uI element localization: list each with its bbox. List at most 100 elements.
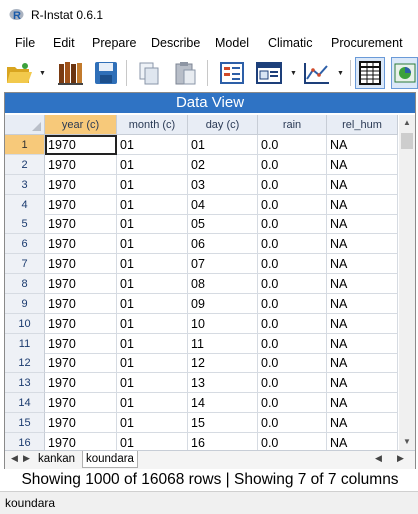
grid-cell[interactable]: 1970 [45, 393, 117, 414]
tabs-scroll-right-icon[interactable]: ▶ [397, 453, 404, 464]
next-sheet-arrow-icon[interactable]: ▶ [23, 453, 30, 464]
tabs-scroll-left-icon[interactable]: ◀ [375, 453, 382, 464]
grid-cell[interactable]: 0.0 [258, 214, 327, 235]
grid-cell[interactable]: 1970 [45, 412, 117, 433]
grid-cell[interactable]: 1970 [45, 432, 117, 450]
grid-cell[interactable]: 0.0 [258, 154, 327, 175]
grid-cell[interactable]: 1970 [45, 254, 117, 275]
menu-model[interactable]: Model [215, 36, 249, 50]
column-header[interactable]: rain [258, 115, 327, 135]
grid-cell[interactable]: 1970 [45, 333, 117, 354]
grid-cell[interactable]: 05 [188, 214, 258, 235]
grid-cell[interactable]: 01 [117, 214, 188, 235]
grid-cell[interactable]: 02 [188, 154, 258, 175]
grid-cell[interactable]: NA [327, 214, 398, 235]
row-header[interactable]: 14 [5, 393, 45, 414]
grid-cell[interactable]: 12 [188, 353, 258, 374]
grid-cell[interactable]: 16 [188, 432, 258, 450]
grid-cell[interactable]: 15 [188, 412, 258, 433]
grid-cell[interactable]: 1970 [45, 174, 117, 195]
sheet-tab-koundara[interactable]: koundara [82, 451, 138, 468]
grid-cell[interactable]: 1970 [45, 293, 117, 314]
grid-cell[interactable]: 07 [188, 254, 258, 275]
row-header[interactable]: 8 [5, 273, 45, 294]
grid-cell[interactable]: 0.0 [258, 293, 327, 314]
grid-cell[interactable]: 01 [117, 194, 188, 215]
grid-cell[interactable]: 0.0 [258, 273, 327, 294]
grid-cell[interactable]: 01 [117, 293, 188, 314]
grid-cell[interactable]: 01 [117, 373, 188, 394]
scroll-down-arrow-icon[interactable]: ▼ [399, 434, 415, 450]
grid-cell[interactable]: 01 [117, 273, 188, 294]
log-script-button[interactable] [255, 57, 285, 89]
row-header[interactable]: 15 [5, 412, 45, 433]
copy-button[interactable] [134, 57, 164, 89]
grid-cell[interactable]: 1970 [45, 373, 117, 394]
column-header[interactable]: month (c) [117, 115, 188, 135]
grid-cell[interactable]: 01 [117, 412, 188, 433]
menu-file[interactable]: File [15, 36, 35, 50]
grid-cell[interactable]: 01 [117, 313, 188, 334]
grid-cell[interactable]: NA [327, 393, 398, 414]
paste-button[interactable] [170, 57, 200, 89]
grid-cell[interactable]: 01 [117, 393, 188, 414]
grid-cell[interactable]: NA [327, 353, 398, 374]
grid-cell[interactable]: 1970 [45, 273, 117, 294]
grid-cell[interactable]: 0.0 [258, 313, 327, 334]
menu-climatic[interactable]: Climatic [268, 36, 312, 50]
grid-cell[interactable]: 08 [188, 273, 258, 294]
grid-cell[interactable]: 1970 [45, 313, 117, 334]
graph-button[interactable] [302, 57, 332, 89]
grid-cell[interactable]: NA [327, 313, 398, 334]
grid-cell[interactable]: NA [327, 154, 398, 175]
sheet-tab-kankan[interactable]: kankan [35, 451, 78, 468]
grid-cell[interactable]: 1970 [45, 234, 117, 255]
save-button[interactable] [91, 57, 121, 89]
grid-cell[interactable]: 01 [188, 135, 258, 155]
grid-cell[interactable]: NA [327, 333, 398, 354]
row-header[interactable]: 2 [5, 154, 45, 175]
column-header[interactable]: rel_hum [327, 115, 398, 135]
grid-cell[interactable]: NA [327, 293, 398, 314]
row-header[interactable]: 4 [5, 194, 45, 215]
grid-cell[interactable]: 1970 [45, 353, 117, 374]
grid-cell[interactable]: NA [327, 412, 398, 433]
row-header[interactable]: 7 [5, 254, 45, 275]
grid-cell[interactable]: 14 [188, 393, 258, 414]
grid-cell[interactable]: 01 [117, 432, 188, 450]
grid-cell[interactable]: 0.0 [258, 234, 327, 255]
grid-cell[interactable]: 0.0 [258, 333, 327, 354]
data-view-button[interactable] [355, 57, 385, 89]
grid-cell[interactable]: 10 [188, 313, 258, 334]
grid-cell[interactable]: 01 [117, 353, 188, 374]
grid-cell[interactable]: 01 [117, 333, 188, 354]
grid-cell[interactable]: 0.0 [258, 135, 327, 155]
grid-cell[interactable]: 11 [188, 333, 258, 354]
grid-cell[interactable]: 01 [117, 154, 188, 175]
grid-cell[interactable]: NA [327, 135, 398, 155]
grid-cell[interactable]: 0.0 [258, 174, 327, 195]
grid-cell[interactable]: 1970 [45, 154, 117, 175]
grid-cell[interactable]: 01 [117, 234, 188, 255]
grid-cell[interactable]: 0.0 [258, 353, 327, 374]
output-window-button[interactable] [217, 57, 247, 89]
grid-cell[interactable]: NA [327, 194, 398, 215]
grid-cell[interactable]: 13 [188, 373, 258, 394]
grid-cell[interactable]: 1970 [45, 194, 117, 215]
grid-corner[interactable] [5, 115, 45, 135]
log-dropdown-icon[interactable]: ▼ [290, 70, 297, 77]
row-header[interactable]: 10 [5, 313, 45, 334]
grid-cell[interactable]: 0.0 [258, 432, 327, 450]
grid-cell[interactable]: NA [327, 174, 398, 195]
row-header[interactable]: 12 [5, 353, 45, 374]
column-header[interactable]: day (c) [188, 115, 258, 135]
grid-cell[interactable]: 0.0 [258, 254, 327, 275]
grid-cell[interactable]: NA [327, 234, 398, 255]
grid-cell[interactable]: 01 [117, 254, 188, 275]
row-header[interactable]: 3 [5, 174, 45, 195]
open-dropdown-icon[interactable]: ▼ [39, 70, 46, 77]
grid-cell[interactable]: 0.0 [258, 373, 327, 394]
scroll-up-arrow-icon[interactable]: ▲ [399, 115, 415, 131]
row-header[interactable]: 5 [5, 214, 45, 235]
row-header[interactable]: 1 [5, 135, 45, 155]
